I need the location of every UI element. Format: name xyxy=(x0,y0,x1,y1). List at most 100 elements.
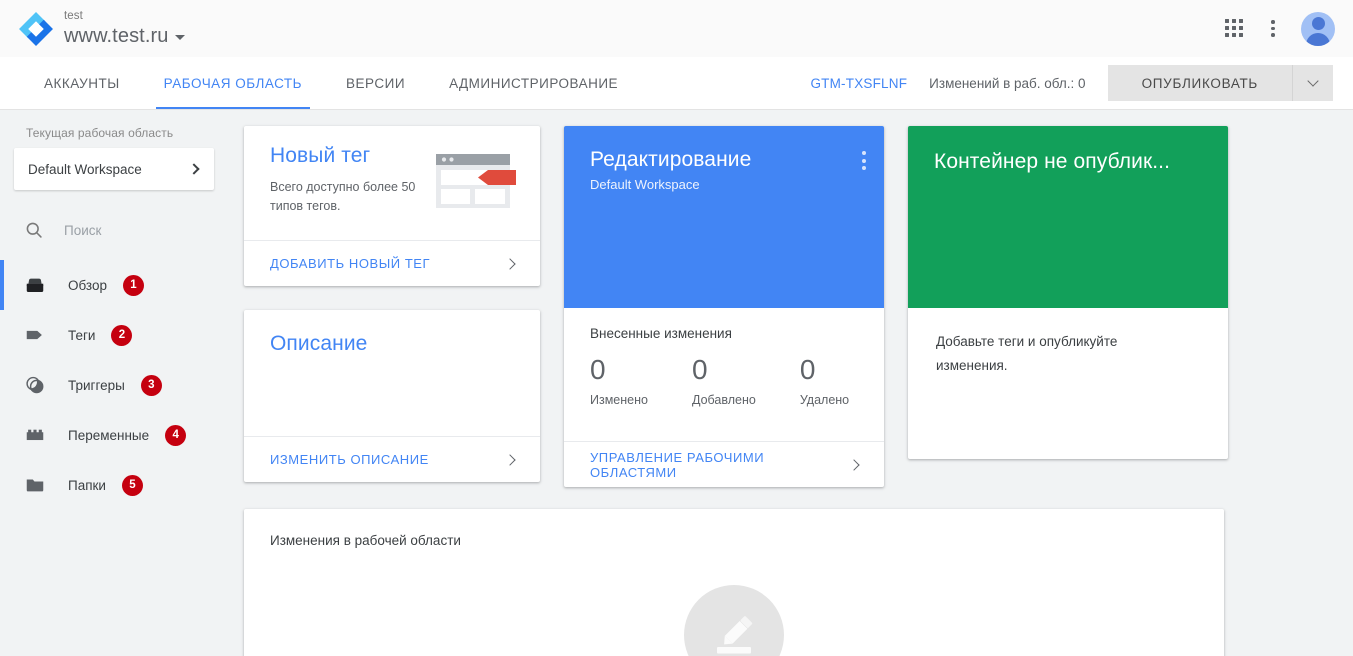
stat-value: 0 xyxy=(691,354,708,385)
variables-icon xyxy=(24,424,46,446)
sidebar-item-triggers[interactable]: Триггеры 3 xyxy=(0,360,228,410)
container-status-body: Добавьте теги и опубликуйте изменения. xyxy=(908,308,1228,459)
annotation-badge: 5 xyxy=(121,474,143,496)
sidebar-item-tags[interactable]: Теги 2 xyxy=(0,310,228,360)
tag-browser-illustration xyxy=(434,144,518,240)
current-workspace-label: Текущая рабочая область xyxy=(26,126,174,140)
sidebar: Текущая рабочая область Default Workspac… xyxy=(0,110,228,656)
edit-description-label: ИЗМЕНИТЬ ОПИСАНИЕ xyxy=(270,452,429,467)
sidebar-item-label: Переменные xyxy=(68,427,150,443)
description-card-body: Описание xyxy=(244,310,540,436)
stat-value: 0 xyxy=(799,354,816,385)
chevron-down-icon xyxy=(1307,75,1319,87)
kebab-menu-icon[interactable] xyxy=(1263,19,1283,39)
trigger-circle-icon xyxy=(24,374,46,396)
editing-title: Редактирование xyxy=(590,148,752,171)
workspace-name: Default Workspace xyxy=(28,161,142,177)
sidebar-item-label: Обзор xyxy=(68,277,107,293)
left-card-column: Новый тег Всего доступно более 50 типов … xyxy=(244,126,540,482)
manage-workspaces-label: УПРАВЛЕНИЕ РАБОЧИМИ ОБЛАСТЯМИ xyxy=(590,449,765,480)
stat-modified: 0 Изменено xyxy=(590,353,648,407)
container-identity: test www.test.ru xyxy=(64,10,186,47)
workspace-changes-panel: Изменения в рабочей области xyxy=(244,509,1224,656)
stats-row: 0 Изменено 0 Добавлено 0 Удалено xyxy=(590,353,858,407)
folder-icon xyxy=(24,474,46,496)
editing-card: Редактирование Default Workspace Внесенн… xyxy=(564,126,884,487)
editing-card-stats: Внесенные изменения 0 Изменено 0 Добавле… xyxy=(564,308,884,441)
nav-tabs: АККАУНТЫ РАБОЧАЯ ОБЛАСТЬ ВЕРСИИ АДМИНИСТ… xyxy=(22,57,640,109)
workspace-changes-status: Изменений в раб. обл.: 0 xyxy=(929,75,1086,91)
workspace-changes-title: Изменения в рабочей области xyxy=(270,533,461,548)
editing-subtitle: Default Workspace xyxy=(590,177,700,192)
changes-made-title: Внесенные изменения xyxy=(590,326,732,341)
container-id-link[interactable]: GTM-TXSFLNF xyxy=(810,76,907,91)
add-new-tag-label: ДОБАВИТЬ НОВЫЙ ТЕГ xyxy=(270,256,431,271)
account-name: test xyxy=(64,10,83,23)
add-new-tag-action[interactable]: ДОБАВИТЬ НОВЫЙ ТЕГ xyxy=(244,240,540,286)
publish-button-group: ОПУБЛИКОВАТЬ xyxy=(1107,65,1333,101)
publish-button[interactable]: ОПУБЛИКОВАТЬ xyxy=(1107,65,1293,101)
tab-versions[interactable]: ВЕРСИИ xyxy=(324,57,427,109)
sidebar-item-folders[interactable]: Папки 5 xyxy=(0,460,228,510)
caret-down-icon xyxy=(175,35,186,41)
sidebar-item-variables[interactable]: Переменные 4 xyxy=(0,410,228,460)
tab-admin[interactable]: АДМИНИСТРИРОВАНИЕ xyxy=(427,57,640,109)
stat-added: 0 Добавлено xyxy=(692,353,756,407)
container-status-hero: Контейнер не опублик... xyxy=(908,126,1228,308)
search-input[interactable] xyxy=(62,221,192,239)
tab-workspace[interactable]: РАБОЧАЯ ОБЛАСТЬ xyxy=(142,57,324,109)
tab-accounts[interactable]: АККАУНТЫ xyxy=(22,57,142,109)
main-content: Новый тег Всего доступно более 50 типов … xyxy=(228,110,1353,656)
stat-label: Изменено xyxy=(590,393,648,407)
annotation-badge: 2 xyxy=(111,324,133,346)
stat-label: Добавлено xyxy=(691,393,756,407)
manage-workspaces-action[interactable]: УПРАВЛЕНИЕ РАБОЧИМИ ОБЛАСТЯМИ xyxy=(564,441,884,487)
dashboard-cards: Новый тег Всего доступно более 50 типов … xyxy=(244,126,1353,487)
chevron-right-icon xyxy=(504,257,516,270)
primary-nav: АККАУНТЫ РАБОЧАЯ ОБЛАСТЬ ВЕРСИИ АДМИНИСТ… xyxy=(0,57,1353,110)
container-status-title: Контейнер не опублик... xyxy=(934,150,1171,173)
editing-card-column: Редактирование Default Workspace Внесенн… xyxy=(564,126,884,487)
gtm-diamond-logo[interactable] xyxy=(14,7,58,51)
annotation-badge: 4 xyxy=(165,424,187,446)
sidebar-nav-list: Обзор 1 Теги 2 Триггеры 3 Переменные 4 П… xyxy=(0,260,228,510)
annotation-badge: 3 xyxy=(140,374,162,396)
chevron-right-icon xyxy=(504,453,516,466)
container-switcher[interactable]: www.test.ru xyxy=(64,24,186,47)
sidebar-item-label: Триггеры xyxy=(68,377,125,393)
sidebar-item-overview[interactable]: Обзор 1 xyxy=(0,260,228,310)
description-title: Описание xyxy=(270,332,368,355)
description-card: Описание ИЗМЕНИТЬ ОПИСАНИЕ xyxy=(244,310,540,482)
edit-description-action[interactable]: ИЗМЕНИТЬ ОПИСАНИЕ xyxy=(244,436,540,482)
stat-value: 0 xyxy=(590,354,606,385)
kebab-menu-icon[interactable] xyxy=(862,151,866,170)
publish-options-button[interactable] xyxy=(1293,65,1333,101)
header-actions xyxy=(1225,11,1335,46)
sidebar-item-label: Теги xyxy=(68,327,96,343)
new-tag-card: Новый тег Всего доступно более 50 типов … xyxy=(244,126,540,286)
stat-deleted: 0 Удалено xyxy=(800,353,849,407)
stat-label: Удалено xyxy=(799,393,850,407)
apps-grid-icon[interactable] xyxy=(1225,18,1245,39)
sidebar-item-label: Папки xyxy=(68,477,106,493)
sidebar-search[interactable] xyxy=(0,208,228,252)
chevron-right-icon xyxy=(848,458,860,471)
new-tag-card-body: Новый тег Всего доступно более 50 типов … xyxy=(244,126,540,240)
container-status-card: Контейнер не опублик... Добавьте теги и … xyxy=(908,126,1228,459)
overview-box-icon xyxy=(24,274,46,296)
container-status-column: Контейнер не опублик... Добавьте теги и … xyxy=(908,126,1228,459)
container-status-text: Добавьте теги и опубликуйте изменения. xyxy=(936,334,1118,373)
tag-icon xyxy=(24,324,46,346)
container-name: www.test.ru xyxy=(64,24,169,47)
new-tag-subtitle: Всего доступно более 50 типов тегов. xyxy=(270,180,416,213)
editing-card-hero: Редактирование Default Workspace xyxy=(564,126,884,308)
new-tag-title: Новый тег xyxy=(270,144,371,167)
pencil-edit-icon xyxy=(684,585,784,656)
nav-right-actions: GTM-TXSFLNF Изменений в раб. обл.: 0 ОПУ… xyxy=(810,57,1353,109)
top-header: test www.test.ru xyxy=(0,0,1353,57)
chevron-right-icon xyxy=(188,163,200,175)
workspace-selector[interactable]: Default Workspace xyxy=(14,148,214,190)
user-avatar-icon[interactable] xyxy=(1301,11,1335,46)
search-icon xyxy=(24,220,44,240)
annotation-badge: 1 xyxy=(123,274,144,296)
